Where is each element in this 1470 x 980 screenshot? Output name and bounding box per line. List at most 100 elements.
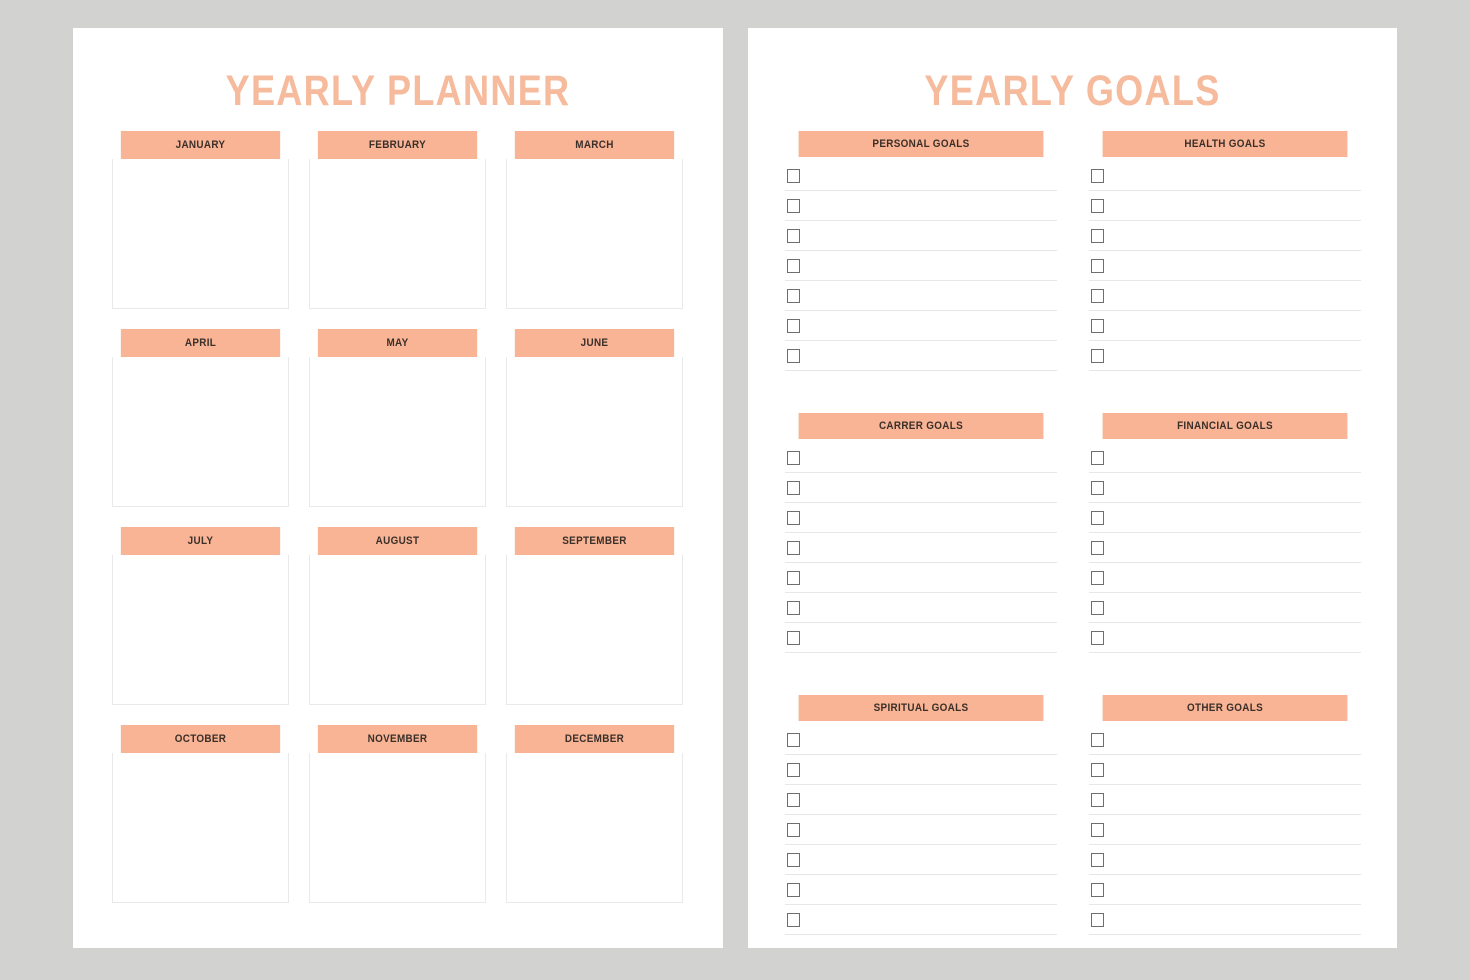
goal-checkbox[interactable] <box>1090 600 1104 615</box>
goal-checkbox[interactable] <box>786 852 800 867</box>
goal-checkbox[interactable] <box>786 540 800 555</box>
goal-text-line[interactable] <box>1104 473 1361 502</box>
month-notes-area[interactable] <box>309 159 486 309</box>
goal-checkbox[interactable] <box>1090 198 1104 213</box>
goal-text-line[interactable] <box>800 623 1057 652</box>
goal-checkbox[interactable] <box>786 450 800 465</box>
goal-text-line[interactable] <box>800 533 1057 562</box>
goal-text-line[interactable] <box>800 191 1057 220</box>
goal-text-line[interactable] <box>1104 815 1361 844</box>
goal-checkbox[interactable] <box>786 258 800 273</box>
month-notes-area[interactable] <box>506 753 683 903</box>
goal-text-line[interactable] <box>800 875 1057 904</box>
goal-checkbox[interactable] <box>1090 762 1104 777</box>
goal-checkbox[interactable] <box>1090 348 1104 363</box>
goal-text-line[interactable] <box>1104 593 1361 622</box>
goal-checkbox[interactable] <box>1090 912 1104 927</box>
month-notes-area[interactable] <box>309 753 486 903</box>
goal-text-line[interactable] <box>800 815 1057 844</box>
goal-text-line[interactable] <box>1104 443 1361 472</box>
goal-checkbox[interactable] <box>786 510 800 525</box>
goal-text-line[interactable] <box>1104 281 1361 310</box>
goal-checkbox[interactable] <box>1090 480 1104 495</box>
goal-checkbox[interactable] <box>1090 822 1104 837</box>
goal-checkbox[interactable] <box>786 228 800 243</box>
goal-checkbox[interactable] <box>1090 852 1104 867</box>
goal-checkbox[interactable] <box>1090 288 1104 303</box>
goal-checkbox[interactable] <box>1090 168 1104 183</box>
month-notes-area[interactable] <box>309 357 486 507</box>
goal-checkbox[interactable] <box>786 288 800 303</box>
goal-text-line[interactable] <box>1104 845 1361 874</box>
goal-checkbox[interactable] <box>786 732 800 747</box>
goal-text-line[interactable] <box>1104 533 1361 562</box>
goal-checkbox[interactable] <box>786 912 800 927</box>
goal-text-line[interactable] <box>800 503 1057 532</box>
month-notes-area[interactable] <box>506 555 683 705</box>
goal-text-line[interactable] <box>800 755 1057 784</box>
goal-text-line[interactable] <box>1104 905 1361 934</box>
goal-row <box>784 311 1057 341</box>
goal-checkbox[interactable] <box>786 792 800 807</box>
goal-checkbox[interactable] <box>786 348 800 363</box>
goal-text-line[interactable] <box>1104 785 1361 814</box>
goal-text-line[interactable] <box>1104 563 1361 592</box>
goal-text-line[interactable] <box>800 311 1057 340</box>
goal-text-line[interactable] <box>800 905 1057 934</box>
goal-text-line[interactable] <box>800 593 1057 622</box>
month-notes-area[interactable] <box>309 555 486 705</box>
goal-checkbox[interactable] <box>1090 732 1104 747</box>
goal-checkbox[interactable] <box>786 318 800 333</box>
goal-text-line[interactable] <box>1104 221 1361 250</box>
goal-checkbox[interactable] <box>786 882 800 897</box>
month-notes-area[interactable] <box>112 159 289 309</box>
goal-checkbox[interactable] <box>786 822 800 837</box>
goal-checkbox[interactable] <box>1090 882 1104 897</box>
goal-text-line[interactable] <box>800 161 1057 190</box>
goal-text-line[interactable] <box>800 563 1057 592</box>
goal-text-line[interactable] <box>1104 755 1361 784</box>
goal-text-line[interactable] <box>800 785 1057 814</box>
goal-checkbox[interactable] <box>786 630 800 645</box>
goal-text-line[interactable] <box>800 845 1057 874</box>
goal-block: FINANCIAL GOALS <box>1088 413 1361 653</box>
goal-text-line[interactable] <box>1104 191 1361 220</box>
month-notes-area[interactable] <box>112 357 289 507</box>
goal-checkbox[interactable] <box>786 600 800 615</box>
goal-checkbox[interactable] <box>1090 258 1104 273</box>
goal-checkbox[interactable] <box>1090 228 1104 243</box>
goal-text-line[interactable] <box>800 443 1057 472</box>
goal-text-line[interactable] <box>1104 341 1361 370</box>
goal-text-line[interactable] <box>1104 725 1361 754</box>
goal-checkbox[interactable] <box>786 480 800 495</box>
month-cell: JUNE <box>506 329 683 507</box>
goal-checkbox[interactable] <box>786 570 800 585</box>
goal-text-line[interactable] <box>1104 503 1361 532</box>
goal-text-line[interactable] <box>800 473 1057 502</box>
goal-text-line[interactable] <box>800 341 1057 370</box>
goal-text-line[interactable] <box>1104 251 1361 280</box>
goal-checkbox[interactable] <box>1090 792 1104 807</box>
goal-checkbox[interactable] <box>786 762 800 777</box>
goal-text-line[interactable] <box>800 281 1057 310</box>
month-notes-area[interactable] <box>506 159 683 309</box>
goal-block: HEALTH GOALS <box>1088 131 1361 371</box>
goal-checkbox[interactable] <box>786 168 800 183</box>
goal-checkbox[interactable] <box>1090 570 1104 585</box>
goal-checkbox[interactable] <box>786 198 800 213</box>
goal-text-line[interactable] <box>1104 623 1361 652</box>
goal-text-line[interactable] <box>800 251 1057 280</box>
month-notes-area[interactable] <box>506 357 683 507</box>
goal-text-line[interactable] <box>800 221 1057 250</box>
month-notes-area[interactable] <box>112 753 289 903</box>
goal-checkbox[interactable] <box>1090 450 1104 465</box>
goal-checkbox[interactable] <box>1090 540 1104 555</box>
goal-text-line[interactable] <box>1104 161 1361 190</box>
goal-text-line[interactable] <box>1104 875 1361 904</box>
goal-text-line[interactable] <box>800 725 1057 754</box>
goal-checkbox[interactable] <box>1090 510 1104 525</box>
month-notes-area[interactable] <box>112 555 289 705</box>
goal-checkbox[interactable] <box>1090 318 1104 333</box>
goal-text-line[interactable] <box>1104 311 1361 340</box>
goal-checkbox[interactable] <box>1090 630 1104 645</box>
